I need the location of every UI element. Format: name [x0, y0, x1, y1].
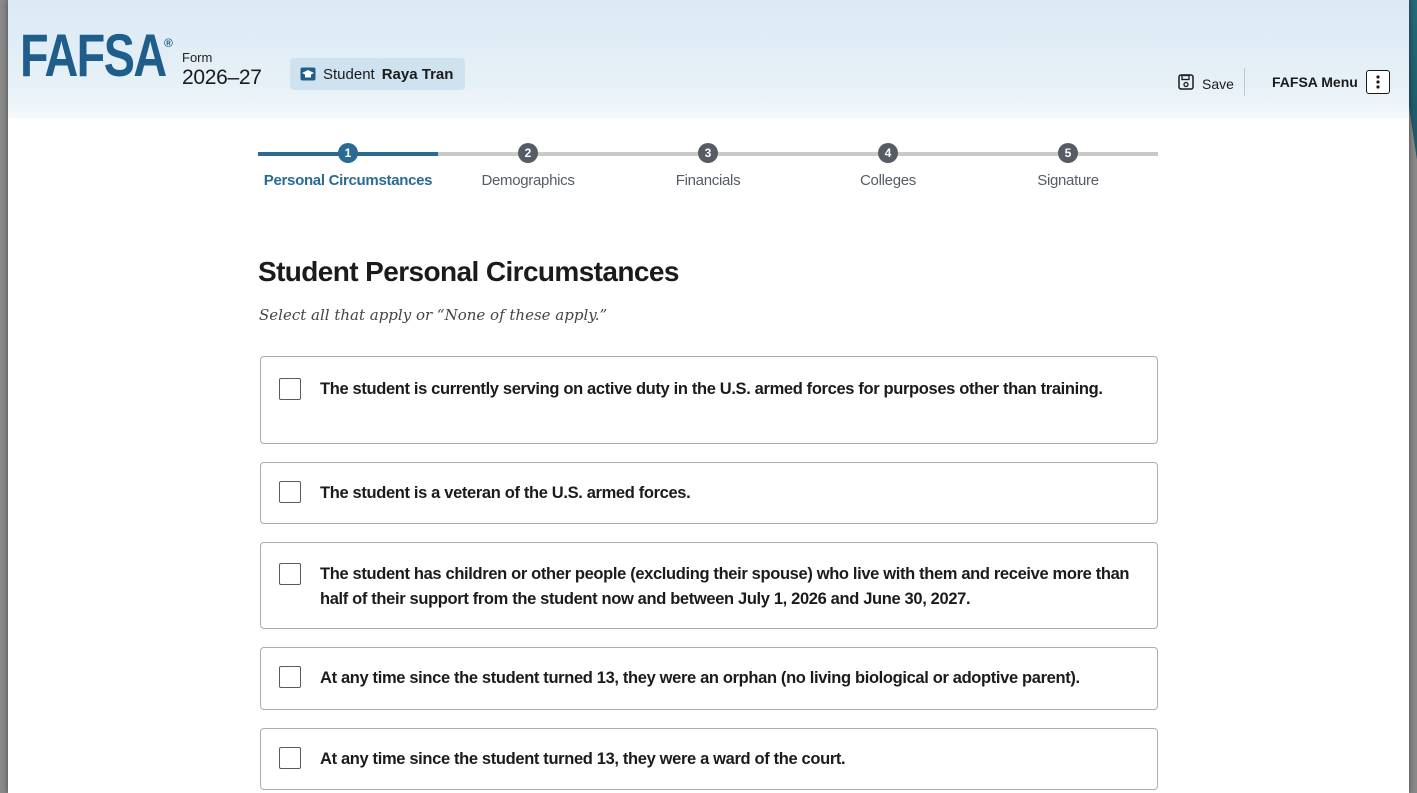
step-number: 5 [1058, 143, 1078, 163]
option-label: At any time since the student turned 13,… [320, 750, 846, 768]
form-year: 2026–27 [182, 66, 262, 89]
page-instructions: Select all that apply or “None of these … [259, 306, 608, 324]
kebab-menu-icon [1365, 70, 1390, 94]
graduation-cap-icon [300, 67, 316, 81]
page-header: FAFSA ® Form 2026–27 Student Raya Tran S… [8, 0, 1409, 118]
form-label: Form [182, 50, 213, 65]
step-colleges[interactable]: 4 Colleges [798, 140, 978, 189]
app-window: FAFSA ® Form 2026–27 Student Raya Tran S… [8, 0, 1409, 793]
fafsa-menu-label: FAFSA Menu [1272, 74, 1358, 90]
option-active-duty[interactable]: The student is currently serving on acti… [260, 356, 1158, 444]
student-role: Student [323, 65, 375, 83]
page-title: Student Personal Circumstances [258, 256, 679, 287]
option-label: At any time since the student turned 13,… [320, 669, 1080, 687]
option-label: The student is currently serving on acti… [320, 380, 1103, 398]
step-number: 1 [338, 143, 358, 163]
checkbox[interactable] [279, 747, 301, 769]
step-label: Personal Circumstances [263, 172, 433, 189]
student-badge: Student Raya Tran [290, 58, 466, 90]
option-label: The student has children or other people… [320, 565, 1130, 608]
option-label: The student is a veteran of the U.S. arm… [320, 484, 691, 502]
step-number: 3 [698, 143, 718, 163]
step-label: Financials [675, 172, 741, 189]
checkbox[interactable] [279, 563, 301, 585]
step-signature[interactable]: 5 Signature [978, 140, 1158, 189]
step-label: Demographics [481, 172, 575, 189]
fafsa-logo[interactable]: FAFSA [20, 26, 167, 86]
step-label: Signature [1037, 172, 1099, 189]
checkbox[interactable] [279, 481, 301, 503]
checkbox[interactable] [279, 378, 301, 400]
step-label: Colleges [860, 172, 916, 189]
option-dependents[interactable]: The student has children or other people… [260, 542, 1158, 629]
option-ward-of-court[interactable]: At any time since the student turned 13,… [260, 728, 1158, 790]
step-personal-circumstances[interactable]: 1 Personal Circumstances [258, 140, 438, 189]
step-number: 4 [878, 143, 898, 163]
step-number: 2 [518, 143, 538, 163]
step-demographics[interactable]: 2 Demographics [438, 140, 618, 189]
save-label: Save [1202, 75, 1234, 92]
header-divider [1244, 68, 1245, 96]
progress-stepper: 1 Personal Circumstances 2 Demographics … [258, 140, 1158, 200]
registered-mark: ® [164, 36, 173, 50]
step-financials[interactable]: 3 Financials [618, 140, 798, 189]
option-orphan[interactable]: At any time since the student turned 13,… [260, 647, 1158, 710]
checkbox[interactable] [279, 666, 301, 688]
save-button[interactable]: Save [1178, 74, 1234, 93]
option-veteran[interactable]: The student is a veteran of the U.S. arm… [260, 462, 1158, 524]
fafsa-menu-button[interactable]: FAFSA Menu [1272, 70, 1390, 94]
student-name: Raya Tran [381, 65, 454, 83]
floppy-disk-icon [1178, 74, 1194, 93]
